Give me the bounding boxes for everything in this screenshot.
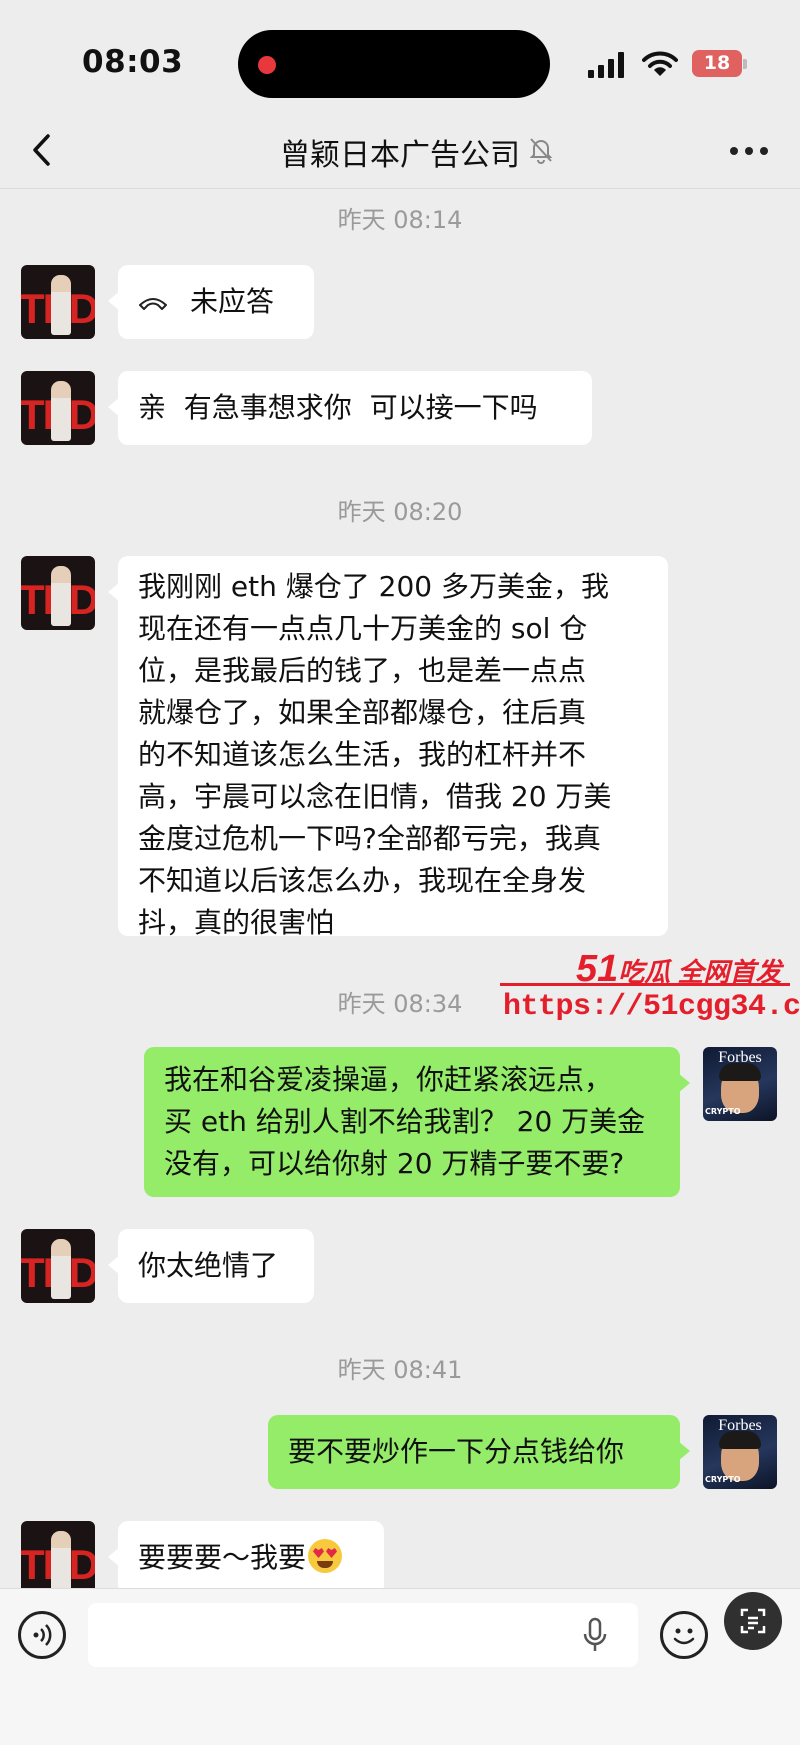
message-line: 位，是我最后的钱了，也是差一点点 bbox=[138, 654, 587, 687]
message-text: 要要要～我要 bbox=[138, 1541, 307, 1574]
chat-title: 曾颖日本广告公司 bbox=[280, 138, 520, 173]
contact-avatar[interactable]: TED bbox=[21, 556, 95, 630]
message-bubble[interactable]: 亲 有急事想求你 可以接一下吗 bbox=[108, 371, 592, 445]
message-bubble-sent[interactable]: 我在和谷爱凌操逼，你赶紧滚远点， 买 eth 给别人割不给我割？ 20 万美金 … bbox=[144, 1047, 690, 1197]
timestamp: 昨天 08:14 bbox=[337, 206, 463, 234]
message-input[interactable] bbox=[88, 1603, 638, 1667]
contact-avatar[interactable]: TED bbox=[21, 265, 95, 339]
message-text: 亲 有急事想求你 可以接一下吗 bbox=[138, 391, 538, 424]
smile-icon[interactable] bbox=[660, 1611, 708, 1659]
wifi-icon bbox=[642, 51, 678, 76]
more-dots-icon[interactable] bbox=[730, 147, 770, 157]
message-text: 要不要炒作一下分点钱给你 bbox=[288, 1435, 625, 1468]
contact-avatar[interactable]: TED bbox=[21, 1229, 95, 1303]
message-line: 不知道以后该怎么办，我现在全身发 bbox=[138, 864, 587, 897]
message-line: 高，宇晨可以念在旧情，借我 20 万美 bbox=[138, 780, 612, 813]
message-text: 未应答 bbox=[190, 285, 275, 318]
self-avatar[interactable]: Forbes CRYPTO bbox=[703, 1047, 777, 1121]
message-line: 我在和谷爱凌操逼，你赶紧滚远点， bbox=[164, 1063, 613, 1096]
message-line: 我刚刚 eth 爆仓了 200 多万美金，我 bbox=[138, 570, 609, 603]
message-line: 没有，可以给你射 20 万精子要不要? bbox=[164, 1147, 625, 1180]
scan-text-icon[interactable] bbox=[724, 1592, 782, 1650]
message-bubble-sent[interactable]: 要不要炒作一下分点钱给你 bbox=[268, 1415, 690, 1489]
message-text: 你太绝情了 bbox=[138, 1249, 279, 1282]
header-divider bbox=[0, 188, 800, 189]
recording-indicator-icon bbox=[258, 56, 276, 74]
message-line: 现在还有一点点几十万美金的 sol 仓 bbox=[138, 612, 588, 645]
hang-up-icon bbox=[139, 298, 167, 310]
message-bubble[interactable]: 你太绝情了 bbox=[108, 1229, 314, 1303]
timestamp: 昨天 08:20 bbox=[337, 498, 463, 526]
mic-icon[interactable] bbox=[582, 1617, 608, 1655]
message-line: 就爆仓了，如果全部都爆仓，往后真 bbox=[138, 696, 587, 729]
timestamp: 昨天 08:41 bbox=[337, 1356, 463, 1384]
missed-call-bubble[interactable]: 未应答 bbox=[108, 265, 314, 339]
timestamp: 昨天 08:34 bbox=[337, 990, 463, 1018]
heart-eyes-emoji bbox=[308, 1539, 343, 1573]
message-bubble[interactable]: 我刚刚 eth 爆仓了 200 多万美金，我 现在还有一点点几十万美金的 sol… bbox=[108, 556, 668, 939]
voice-icon[interactable] bbox=[18, 1611, 66, 1659]
bell-muted-icon bbox=[529, 138, 553, 164]
message-line: 的不知道该怎么生活，我的杠杆并不 bbox=[138, 738, 587, 771]
message-line: 买 eth 给别人割不给我割？ 20 万美金 bbox=[164, 1105, 646, 1138]
self-avatar[interactable]: Forbes CRYPTO bbox=[703, 1415, 777, 1489]
message-bubble[interactable]: 要要要～我要 bbox=[108, 1521, 384, 1595]
contact-avatar[interactable]: TED bbox=[21, 371, 95, 445]
contact-avatar[interactable]: TED bbox=[21, 1521, 95, 1595]
message-line: 抖，真的很害怕 bbox=[138, 906, 335, 939]
dynamic-island bbox=[238, 30, 550, 98]
signal-icon bbox=[588, 52, 626, 78]
message-line: 金度过危机一下吗?全部都亏完，我真 bbox=[138, 822, 601, 855]
status-time: 08:03 bbox=[82, 44, 184, 80]
battery-indicator: 18 bbox=[692, 50, 742, 77]
battery-tip bbox=[743, 59, 747, 69]
